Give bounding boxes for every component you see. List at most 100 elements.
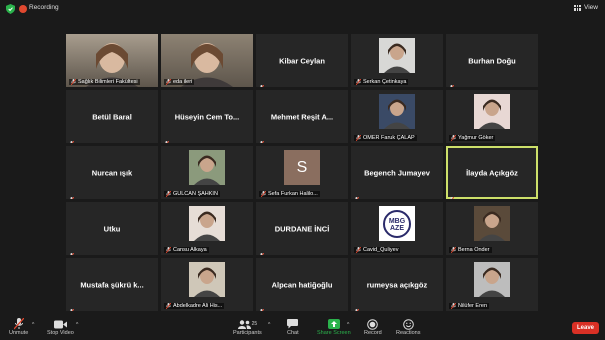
muted-mic-icon — [13, 318, 24, 330]
participant-label: Serkan Çetinkaya — [354, 79, 409, 85]
muted-mic-icon — [354, 190, 360, 199]
participant-label: GÜLCAN ŞAHKİN — [164, 191, 220, 197]
muted-mic-icon — [260, 191, 267, 197]
muted-mic-icon — [69, 246, 75, 255]
view-label: View — [584, 4, 598, 11]
chevron-up-icon[interactable]: ^ — [268, 322, 270, 328]
muted-mic-icon — [259, 134, 265, 143]
muted-mic-icon — [69, 134, 75, 143]
participant-tile[interactable]: Mustafa şükrü k... — [66, 258, 158, 311]
participant-name: İlayda Açıkgöz — [466, 168, 518, 177]
participant-tile[interactable]: GÜLCAN ŞAHKİN — [161, 146, 253, 199]
muted-mic-icon — [69, 190, 75, 199]
share-screen-button[interactable]: Share Screen — [317, 318, 351, 336]
chevron-up-icon[interactable]: ^ — [347, 322, 349, 328]
unmute-button[interactable]: Unmute — [9, 318, 28, 336]
chat-button[interactable]: Chat — [287, 318, 299, 336]
leave-button[interactable]: Leave — [572, 322, 599, 334]
muted-mic-icon — [165, 247, 172, 253]
participant-label: eda ileri — [164, 79, 195, 85]
smiley-icon — [402, 318, 414, 330]
participant-name: Begench Jumayev — [364, 168, 430, 177]
participant-name: Kibar Ceylan — [279, 56, 325, 65]
participant-tile[interactable]: Nilüfer Eren — [446, 258, 538, 311]
participant-tile[interactable]: Begench Jumayev — [351, 146, 443, 199]
avatar — [379, 38, 415, 73]
participant-label: Berna Önder — [449, 247, 492, 253]
reactions-button[interactable]: Reactions — [396, 318, 420, 336]
participant-tile[interactable]: Abdelkadre Ali His... — [161, 258, 253, 311]
participant-label: Sefa Furkan Halilo... — [259, 191, 320, 197]
muted-mic-icon — [450, 303, 457, 309]
participant-name: rumeysa açıkgöz — [366, 280, 428, 289]
participant-tile[interactable]: Serkan Çetinkaya — [351, 34, 443, 87]
participant-tile[interactable]: MBG AZE Cavid_Quliyev — [351, 202, 443, 255]
participant-tile[interactable]: İlayda Açıkgöz — [446, 146, 538, 199]
participant-label: Abdelkadre Ali His... — [164, 303, 225, 309]
svg-text:MBG: MBG — [389, 218, 406, 225]
participant-tile[interactable]: Hüseyin Cem To... — [161, 90, 253, 143]
shield-icon[interactable] — [6, 4, 15, 14]
participant-tile[interactable]: Alpcan hatiğoğlu — [256, 258, 348, 311]
participant-tile[interactable]: Yağmur Göker — [446, 90, 538, 143]
participant-label: Cavid_Quliyev — [354, 247, 401, 253]
participant-tile[interactable]: Burhan Doğu — [446, 34, 538, 87]
muted-mic-icon — [450, 135, 457, 141]
record-button[interactable]: Record — [364, 318, 382, 336]
avatar — [474, 262, 510, 297]
participant-tile[interactable]: Betül Baral — [66, 90, 158, 143]
participant-tile[interactable]: eda ileri — [161, 34, 253, 87]
avatar — [189, 262, 225, 297]
muted-mic-icon — [259, 302, 265, 311]
muted-mic-icon — [450, 247, 457, 253]
participant-tile[interactable]: Sağlık Bilimleri Fakültesi — [66, 34, 158, 87]
record-label: Record — [364, 330, 382, 336]
participant-label: Nilüfer Eren — [449, 303, 490, 309]
participant-tile[interactable]: Berna Önder — [446, 202, 538, 255]
avatar — [189, 206, 225, 241]
participant-tile[interactable]: Kibar Ceylan — [256, 34, 348, 87]
view-button[interactable]: View — [574, 4, 598, 11]
meeting-toolbar: Unmute ^ Stop Video ^ 25 Participants ^ … — [0, 315, 605, 340]
participant-label: Sağlık Bilimleri Fakültesi — [69, 79, 140, 85]
muted-mic-icon — [259, 246, 265, 255]
stop-video-label: Stop Video — [47, 330, 74, 336]
avatar: S — [284, 150, 320, 185]
participant-name: Alpcan hatiğoğlu — [271, 280, 333, 289]
participant-tile[interactable]: ÖMER Faruk ÇALAP — [351, 90, 443, 143]
participant-tile[interactable]: S Sefa Furkan Halilo... — [256, 146, 348, 199]
participant-name: ÖMER Faruk ÇALAP — [363, 135, 415, 141]
participant-name: Utku — [103, 224, 121, 233]
participant-name: Cansu Alkaya — [173, 247, 207, 253]
video-camera-icon — [53, 318, 67, 330]
reactions-label: Reactions — [396, 330, 421, 336]
participant-tile[interactable]: rumeysa açıkgöz — [351, 258, 443, 311]
stop-video-button[interactable]: Stop Video — [47, 318, 74, 336]
participant-name: Berna Önder — [458, 247, 490, 253]
muted-mic-icon — [355, 135, 362, 141]
chevron-up-icon[interactable]: ^ — [76, 322, 78, 328]
participant-tile[interactable]: Cansu Alkaya — [161, 202, 253, 255]
participants-label: Participants — [233, 330, 262, 336]
participant-tile[interactable]: Mehmet Reşit A... — [256, 90, 348, 143]
participant-name: Burhan Doğu — [468, 56, 516, 65]
muted-mic-icon — [355, 79, 362, 85]
chat-label: Chat — [287, 330, 299, 336]
muted-mic-icon — [165, 191, 172, 197]
participant-label: ÖMER Faruk ÇALAP — [354, 135, 417, 141]
participants-button[interactable]: 25 Participants — [233, 318, 262, 336]
muted-mic-icon — [449, 78, 455, 87]
muted-mic-icon — [259, 78, 265, 87]
chevron-up-icon[interactable]: ^ — [32, 322, 34, 328]
muted-mic-icon — [165, 79, 172, 85]
share-screen-label: Share Screen — [317, 330, 351, 336]
participant-tile[interactable]: DURDANE İNCİ — [256, 202, 348, 255]
participant-tile[interactable]: Nurcan ışık — [66, 146, 158, 199]
participant-name: Sefa Furkan Halilo... — [268, 191, 318, 197]
participant-name: eda ileri — [173, 79, 193, 85]
chat-icon — [287, 318, 299, 330]
unmute-label: Unmute — [9, 330, 29, 336]
participant-name: Hüseyin Cem To... — [174, 112, 240, 121]
participant-tile[interactable]: Utku — [66, 202, 158, 255]
share-screen-icon — [327, 318, 340, 330]
